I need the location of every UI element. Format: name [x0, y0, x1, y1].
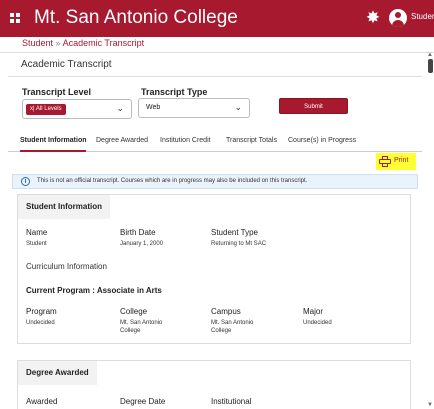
degree-awarded-card: Degree Awarded Awarded Degree Date Insti… — [17, 360, 411, 409]
settings-gear-icon[interactable]: ✸ — [364, 9, 382, 27]
college-label: College — [120, 307, 148, 316]
transcript-tabs: Student Information Degree Awarded Insti… — [8, 130, 422, 152]
scroll-up-arrow-icon[interactable]: ▲ — [427, 52, 433, 58]
app-grid-icon[interactable] — [10, 13, 20, 23]
program-value: Undecided — [26, 320, 55, 326]
tab-degree-awarded[interactable]: Degree Awarded — [96, 137, 148, 144]
name-value: Student — [26, 241, 47, 247]
birth-date-value: January 1, 2000 — [120, 241, 164, 247]
awarded-label: Awarded — [26, 397, 58, 406]
current-program-heading: Current Program : Associate in Arts — [26, 286, 162, 295]
name-label: Name — [26, 228, 48, 237]
printer-icon — [379, 156, 391, 167]
student-type-value: Returning to Mt SAC — [211, 241, 267, 247]
transcript-type-select[interactable]: Web ⌄ — [138, 98, 250, 118]
chevron-down-icon: ⌄ — [116, 103, 124, 113]
curriculum-information-heading: Curriculum Information — [26, 262, 107, 271]
active-tab-indicator — [20, 150, 86, 152]
page-title-bar: Academic Transcript — [8, 55, 422, 77]
notice-text: This is not an official transcript. Cour… — [37, 178, 308, 184]
app-title: Mt. San Antonio College — [34, 7, 238, 28]
student-information-card: Student Information Name Student Birth D… — [17, 194, 411, 344]
institutional-label: Institutional — [211, 397, 252, 406]
major-value: Undecided — [303, 320, 332, 326]
top-navigation-bar: Mt. San Antonio College ✸ Student — [0, 0, 434, 37]
breadcrumb: Student » Academic Transcript — [22, 38, 144, 48]
tab-institution-credit[interactable]: Institution Credit — [160, 137, 211, 144]
program-label: Program — [26, 307, 57, 316]
unofficial-transcript-notice: i This is not an official transcript. Co… — [12, 174, 418, 189]
campus-label: Campus — [211, 307, 241, 316]
all-levels-tag[interactable]: x| All Levels — [26, 104, 66, 115]
student-type-label: Student Type — [211, 228, 258, 237]
major-label: Major — [303, 307, 324, 316]
tab-student-information[interactable]: Student Information — [20, 137, 87, 144]
breadcrumb-current: Academic Transcript — [62, 38, 145, 48]
tab-courses-in-progress[interactable]: Course(s) in Progress — [288, 137, 356, 144]
scrollbar-thumb[interactable] — [428, 59, 433, 73]
student-information-heading: Student Information — [18, 195, 110, 219]
user-name-label[interactable]: Student — [411, 12, 434, 21]
transcript-type-value: Web — [146, 104, 161, 111]
user-avatar-icon[interactable] — [389, 9, 407, 27]
print-button[interactable]: Print — [376, 153, 416, 170]
submit-button[interactable]: Submit — [279, 98, 348, 114]
page-title: Academic Transcript — [21, 59, 112, 70]
degree-awarded-heading: Degree Awarded — [18, 361, 97, 385]
scroll-down-arrow-icon[interactable]: ▼ — [427, 402, 433, 408]
info-icon: i — [21, 177, 30, 186]
birth-date-label: Birth Date — [120, 228, 156, 237]
breadcrumb-link-student[interactable]: Student — [22, 38, 53, 48]
transcript-level-label: Transcript Level — [22, 87, 92, 97]
tab-transcript-totals[interactable]: Transcript Totals — [226, 137, 277, 144]
breadcrumb-separator: » — [55, 38, 61, 48]
transcript-level-select[interactable]: x| All Levels ⌄ — [22, 99, 132, 119]
college-value: Mt. San Antonio College — [120, 320, 163, 334]
print-label: Print — [394, 157, 409, 164]
breadcrumb-bar: Student » Academic Transcript — [0, 37, 434, 53]
campus-value: Mt. San Antonio College — [211, 320, 254, 334]
transcript-type-label: Transcript Type — [141, 87, 208, 97]
degree-date-label: Degree Date — [120, 397, 166, 406]
chevron-down-icon: ⌄ — [234, 102, 242, 112]
